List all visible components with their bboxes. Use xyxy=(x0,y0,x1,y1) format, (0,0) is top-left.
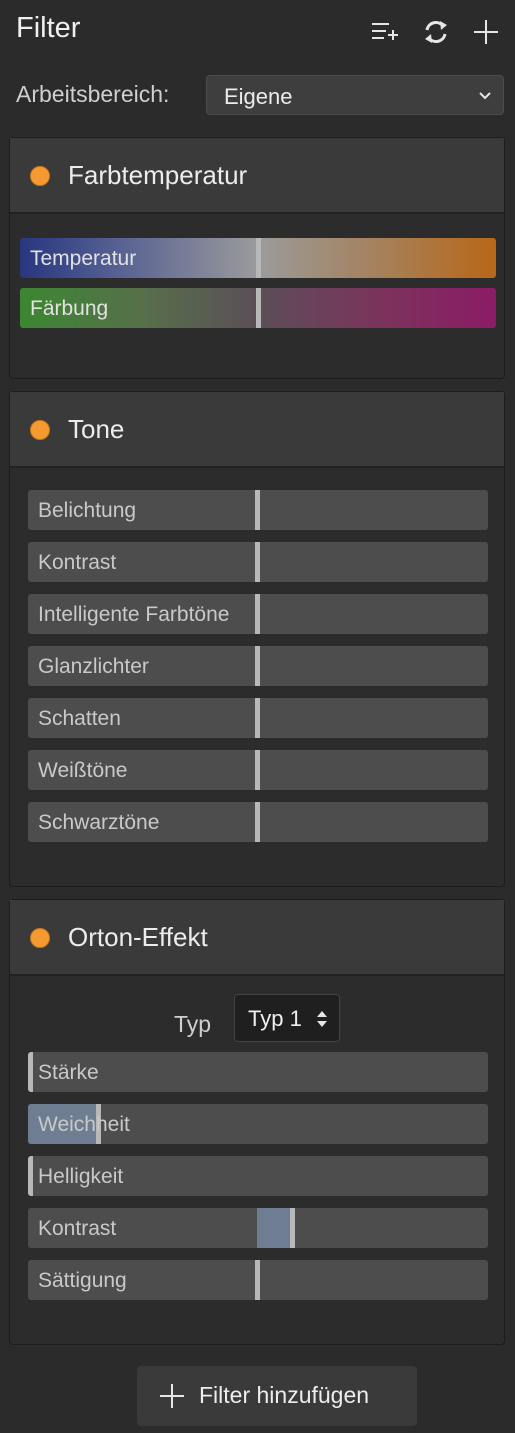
exposure-slider[interactable]: Belichtung xyxy=(28,490,488,530)
up-down-arrows-icon xyxy=(317,1011,327,1027)
panel-head[interactable]: Tone xyxy=(10,392,504,468)
slider-handle[interactable] xyxy=(255,750,260,790)
add-icon[interactable] xyxy=(470,16,502,48)
slider-handle[interactable] xyxy=(255,542,260,582)
add-filter-button[interactable]: Filter hinzufügen xyxy=(137,1366,417,1426)
slider-handle[interactable] xyxy=(255,802,260,842)
slider-label: Stärke xyxy=(38,1061,99,1084)
refresh-icon[interactable] xyxy=(420,16,452,48)
slider-label: Schwarztöne xyxy=(38,811,160,834)
slider-label: Kontrast xyxy=(38,551,117,574)
slider-fill xyxy=(257,1208,293,1248)
slider-label: Glanzlichter xyxy=(38,655,149,678)
panel-header: Filter xyxy=(0,0,515,64)
plus-icon xyxy=(160,1384,184,1408)
slider-label: Weißtöne xyxy=(38,759,128,782)
chevron-down-icon xyxy=(479,92,491,100)
workspace-label: Arbeitsbereich: xyxy=(16,81,170,107)
saturation-slider[interactable]: Sättigung xyxy=(28,1260,488,1300)
softness-slider[interactable]: Weichheit xyxy=(28,1104,488,1144)
smart-tone-slider[interactable]: Intelligente Farbtöne xyxy=(28,594,488,634)
type-label: Typ xyxy=(174,1011,212,1037)
filter-enabled-dot[interactable] xyxy=(30,166,50,186)
panel-head[interactable]: Farbtemperatur xyxy=(10,138,504,214)
filter-list-icon[interactable] xyxy=(369,16,401,48)
slider-handle[interactable] xyxy=(255,646,260,686)
filter-panel-orton: Orton-Effekt Typ Typ 1 Stärke Weichheit … xyxy=(9,899,505,1345)
filter-title: Farbtemperatur xyxy=(68,160,248,190)
slider-label: Sättigung xyxy=(38,1269,127,1292)
whites-slider[interactable]: Weißtöne xyxy=(28,750,488,790)
type-value: Typ 1 xyxy=(248,1006,302,1031)
filter-enabled-dot[interactable] xyxy=(30,420,50,440)
workspace-value: Eigene xyxy=(224,84,293,109)
slider-handle[interactable] xyxy=(28,1052,33,1092)
blacks-slider[interactable]: Schwarztöne xyxy=(28,802,488,842)
slider-handle[interactable] xyxy=(255,1260,260,1300)
shadows-slider[interactable]: Schatten xyxy=(28,698,488,738)
filter-panel-temperature: Farbtemperatur Temperatur Färbung xyxy=(9,137,505,379)
slider-handle[interactable] xyxy=(256,238,261,278)
panel-title: Filter xyxy=(16,12,81,44)
filter-title: Orton-Effekt xyxy=(68,922,208,952)
strength-slider[interactable]: Stärke xyxy=(28,1052,488,1092)
type-select[interactable]: Typ 1 xyxy=(234,994,340,1042)
slider-label: Helligkeit xyxy=(38,1165,124,1188)
filter-panel-tone: Tone Belichtung Kontrast Intelligente Fa… xyxy=(9,391,505,887)
brightness-slider[interactable]: Helligkeit xyxy=(28,1156,488,1196)
slider-label: Belichtung xyxy=(38,499,137,522)
highlights-slider[interactable]: Glanzlichter xyxy=(28,646,488,686)
slider-label: Schatten xyxy=(38,707,121,730)
slider-label: Weichheit xyxy=(38,1113,130,1136)
temperature-slider[interactable]: Temperatur xyxy=(20,238,496,278)
filter-enabled-dot[interactable] xyxy=(30,928,50,948)
slider-handle[interactable] xyxy=(255,698,260,738)
slider-label: Temperatur xyxy=(30,247,137,270)
slider-handle[interactable] xyxy=(290,1208,295,1248)
slider-handle[interactable] xyxy=(28,1156,33,1196)
contrast-slider[interactable]: Kontrast xyxy=(28,542,488,582)
workspace-select[interactable]: Eigene xyxy=(206,75,504,115)
slider-label: Intelligente Farbtöne xyxy=(38,603,230,626)
slider-handle[interactable] xyxy=(255,594,260,634)
slider-handle[interactable] xyxy=(256,288,261,328)
panel-head[interactable]: Orton-Effekt xyxy=(10,900,504,976)
slider-label: Kontrast xyxy=(38,1217,117,1240)
orton-contrast-slider[interactable]: Kontrast xyxy=(28,1208,488,1248)
add-filter-label: Filter hinzufügen xyxy=(199,1382,370,1408)
filter-title: Tone xyxy=(68,414,125,444)
slider-label: Färbung xyxy=(30,297,109,320)
tint-slider[interactable]: Färbung xyxy=(20,288,496,328)
slider-handle[interactable] xyxy=(255,490,260,530)
